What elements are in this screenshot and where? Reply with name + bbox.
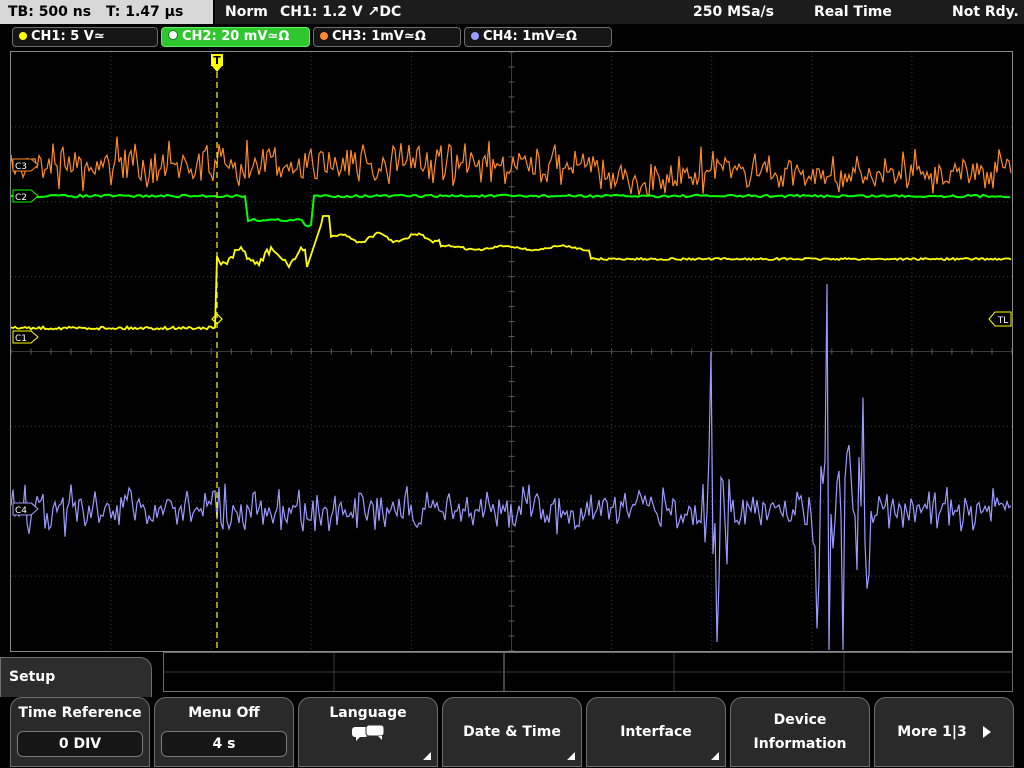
- language-button[interactable]: Language: [298, 697, 438, 767]
- more-button[interactable]: More 1|3: [874, 697, 1014, 767]
- language-icon: [299, 723, 437, 747]
- menu-off-label: Menu Off: [188, 705, 260, 721]
- device-information-line2: Information: [753, 736, 847, 752]
- ch4-offset-marker[interactable]: C4: [12, 502, 39, 516]
- ch4-color-dot-icon: [471, 32, 479, 40]
- ch2-color-dot-icon: [168, 30, 178, 40]
- ch2-waveform: [11, 193, 1010, 228]
- channel-tab-ch1[interactable]: CH1: 5 V≃: [12, 27, 158, 47]
- trigger-level-label: TL: [997, 316, 1009, 326]
- status-bar: Norm CH1: 1.2 V ↗DC 250 MSa/s Real Time …: [215, 0, 1024, 24]
- menu-off-value: 4 s: [161, 731, 287, 757]
- date-time-label: Date & Time: [463, 724, 561, 740]
- trigger-mode: Norm: [225, 4, 268, 20]
- graticule: [11, 52, 1012, 651]
- acquisition-mode: Real Time: [814, 4, 892, 20]
- date-time-button[interactable]: Date & Time: [442, 697, 582, 767]
- trigger-marker-label: T: [213, 54, 221, 67]
- ch3-marker-label: C3: [15, 162, 27, 172]
- submenu-indicator-icon: [423, 752, 431, 760]
- waveform-canvas: T TL C3 C2 C1 C4: [11, 52, 1012, 651]
- next-arrow-icon: [982, 726, 991, 738]
- time-reference-value: 0 DIV: [17, 731, 143, 757]
- ch3-offset-marker[interactable]: C3: [12, 158, 39, 172]
- more-label-row: More 1|3: [875, 720, 1013, 744]
- channel-tab-label: CH2: 20 mV≃Ω: [182, 29, 290, 44]
- sample-rate: 250 MSa/s: [693, 4, 775, 20]
- ch4-marker-label: C4: [15, 506, 27, 516]
- ch3-color-dot-icon: [320, 32, 328, 40]
- trigger-source-level: CH1: 1.2 V ↗DC: [280, 4, 402, 20]
- ready-state: Not Rdy.: [952, 4, 1019, 20]
- interface-label: Interface: [620, 724, 692, 740]
- menu-title: Setup: [0, 657, 152, 697]
- channel-tab-ch3[interactable]: CH3: 1mV≃Ω: [313, 27, 461, 47]
- trigger-position-marker[interactable]: T: [211, 54, 223, 72]
- time-reference-label: Time Reference: [18, 705, 142, 721]
- more-label: More 1|3: [897, 724, 967, 740]
- ch1-color-dot-icon: [19, 32, 27, 40]
- submenu-indicator-icon: [567, 752, 575, 760]
- channel-tab-label: CH1: 5 V≃: [31, 29, 105, 44]
- channel-tab-ch4[interactable]: CH4: 1mV≃Ω: [464, 27, 612, 47]
- channel-tab-label: CH3: 1mV≃Ω: [332, 29, 426, 44]
- trigger-time-value: T: 1.47 µs: [105, 4, 184, 20]
- interface-button[interactable]: Interface: [586, 697, 726, 767]
- ch1-marker-label: C1: [15, 334, 27, 344]
- overview-strip: [163, 652, 1013, 692]
- trigger-pointer-icon: [212, 66, 222, 72]
- device-information-line1: Device: [773, 712, 827, 728]
- ch2-offset-marker[interactable]: C2: [12, 189, 39, 203]
- timebase-readout[interactable]: TB: 500 ns T: 1.47 µs: [0, 0, 213, 24]
- ch1-offset-marker[interactable]: C1: [12, 330, 39, 344]
- channel-tab-ch2[interactable]: CH2: 20 mV≃Ω: [161, 27, 310, 47]
- trigger-level-marker[interactable]: TL: [988, 311, 1012, 327]
- submenu-indicator-icon: [711, 752, 719, 760]
- overview-strip-grid: [164, 653, 1012, 691]
- language-label: Language: [329, 705, 407, 721]
- ch2-marker-label: C2: [15, 193, 27, 203]
- channel-tab-label: CH4: 1mV≃Ω: [483, 29, 577, 44]
- device-information-button[interactable]: Device Information: [730, 697, 870, 767]
- time-reference-button[interactable]: Time Reference 0 DIV: [10, 697, 150, 767]
- waveform-display[interactable]: T TL C3 C2 C1 C4: [10, 51, 1013, 652]
- menu-off-button[interactable]: Menu Off 4 s: [154, 697, 294, 767]
- timebase-value: TB: 500 ns: [8, 4, 92, 20]
